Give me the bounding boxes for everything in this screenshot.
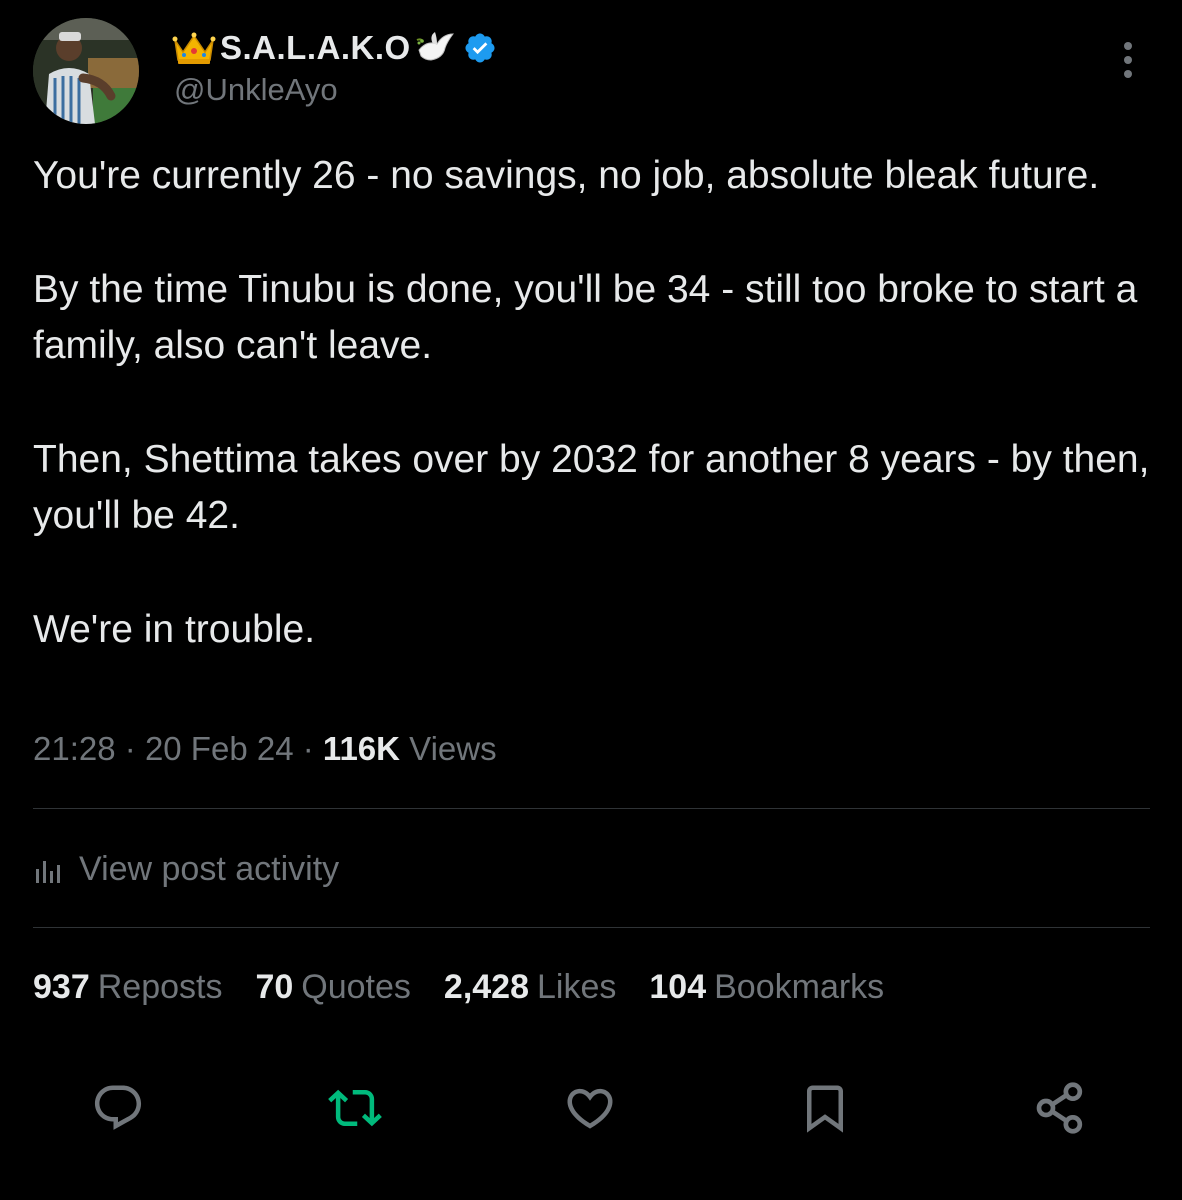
more-dot-icon xyxy=(1124,42,1132,50)
stat-reposts[interactable]: 937 Reposts xyxy=(33,968,222,1007)
post-date[interactable]: 20 Feb 24 xyxy=(145,730,294,767)
avatar[interactable] xyxy=(33,18,139,124)
more-options-button[interactable] xyxy=(1108,38,1148,82)
engagement-stats: 937 Reposts 70 Quotes 2,428 Likes 104 Bookma… xyxy=(33,968,884,1007)
post-paragraph: We're in trouble. xyxy=(33,608,316,651)
verified-badge-icon[interactable] xyxy=(463,31,497,65)
stat-label: Likes xyxy=(537,968,617,1006)
stat-label: Quotes xyxy=(301,968,411,1006)
bar-chart-icon xyxy=(33,855,65,885)
author-display-name[interactable]: S.A.L.A.K.O xyxy=(220,29,411,67)
stat-bookmarks[interactable]: 104 Bookmarks xyxy=(649,968,884,1007)
stat-label: Bookmarks xyxy=(714,968,885,1006)
post-paragraph: Then, Shettima takes over by 2032 for an… xyxy=(33,438,1150,537)
stat-count: 70 xyxy=(255,968,294,1006)
reply-button[interactable] xyxy=(88,1080,148,1140)
tweet-detail: S.A.L.A.K.O @UnkleAyo You're currently 2… xyxy=(0,0,1182,1200)
meta-separator: · xyxy=(124,730,136,767)
views-label: Views xyxy=(409,730,497,767)
bookmark-button[interactable] xyxy=(795,1080,855,1140)
more-dot-icon xyxy=(1124,70,1132,78)
stat-likes[interactable]: 2,428 Likes xyxy=(444,968,616,1007)
repost-button[interactable] xyxy=(325,1080,385,1140)
post-text: You're currently 26 - no savings, no job… xyxy=(33,148,1153,658)
post-paragraph: You're currently 26 - no savings, no job… xyxy=(33,154,1100,197)
view-post-activity-button[interactable]: View post activity xyxy=(33,850,339,889)
more-dot-icon xyxy=(1124,56,1132,64)
divider xyxy=(33,927,1150,928)
share-icon xyxy=(1032,1080,1088,1141)
repost-icon xyxy=(328,1081,382,1140)
meta-separator: · xyxy=(302,730,314,767)
action-bar xyxy=(0,1080,1182,1150)
crown-icon xyxy=(172,30,216,66)
view-post-activity-label: View post activity xyxy=(79,850,340,888)
stat-count: 104 xyxy=(649,968,707,1006)
stat-quotes[interactable]: 70 Quotes xyxy=(255,968,410,1007)
post-time[interactable]: 21:28 xyxy=(33,730,116,767)
stat-count: 2,428 xyxy=(443,968,530,1006)
divider xyxy=(33,808,1150,809)
author-handle[interactable]: @UnkleAyo xyxy=(174,72,338,108)
heart-icon xyxy=(563,1081,617,1140)
share-button[interactable] xyxy=(1030,1080,1090,1140)
like-button[interactable] xyxy=(560,1080,620,1140)
reply-icon xyxy=(91,1081,145,1140)
post-meta: 21:28 · 20 Feb 24 · 116K Views xyxy=(33,730,497,768)
post-paragraph: By the time Tinubu is done, you'll be 34… xyxy=(33,268,1138,367)
bookmark-icon xyxy=(798,1081,852,1140)
dove-icon xyxy=(415,30,455,66)
stat-count: 937 xyxy=(33,968,90,1006)
author-name-row[interactable]: S.A.L.A.K.O xyxy=(172,28,497,68)
views-count: 116K xyxy=(322,730,400,767)
stat-label: Reposts xyxy=(97,968,223,1006)
